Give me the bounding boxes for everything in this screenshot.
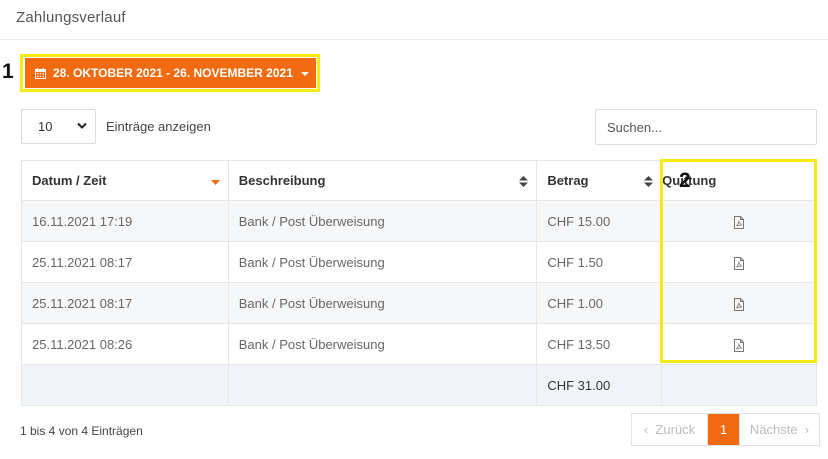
search-input[interactable] xyxy=(595,109,817,145)
title-divider xyxy=(0,39,828,40)
column-header-beschreibung-label: Beschreibung xyxy=(238,173,326,188)
table-info-text: 1 bis 4 von 4 Einträgen xyxy=(20,424,143,438)
calendar-icon xyxy=(35,67,46,79)
cell-betrag: CHF 15.00 xyxy=(536,200,663,242)
entries-length-select[interactable]: 10 xyxy=(21,109,96,144)
cell-datum: 25.11.2021 08:17 xyxy=(21,282,229,324)
date-range-label: 28. OKTOBER 2021 - 26. NOVEMBER 2021 xyxy=(53,66,293,80)
column-header-betrag-label: Betrag xyxy=(547,173,589,188)
date-range-button[interactable]: 28. OKTOBER 2021 - 26. NOVEMBER 2021 xyxy=(25,58,316,88)
column-header-datum-label: Datum / Zeit xyxy=(32,173,107,188)
page-title: Zahlungsverlauf xyxy=(16,9,126,26)
annotation-number-2: 2 xyxy=(679,169,691,192)
total-empty-cell xyxy=(661,364,817,406)
annotation-number-1: 1 xyxy=(2,60,14,83)
sort-icon xyxy=(519,176,529,187)
chevron-down-icon xyxy=(77,122,87,129)
column-header-datum[interactable]: Datum / Zeit xyxy=(21,160,229,201)
sort-icon xyxy=(644,176,654,187)
pagination: ‹ Zurück 1 Nächste › xyxy=(631,413,820,446)
cell-datum: 16.11.2021 17:19 xyxy=(21,200,229,242)
caret-down-icon xyxy=(300,72,309,76)
cell-betrag: CHF 13.50 xyxy=(536,323,663,365)
entries-length-label: Einträge anzeigen xyxy=(106,119,211,134)
cell-beschreibung: Bank / Post Überweisung xyxy=(227,323,538,365)
pagination-next-label: Nächste xyxy=(749,422,798,437)
cell-datum: 25.11.2021 08:17 xyxy=(21,241,229,283)
entries-length-value: 10 xyxy=(38,119,53,134)
total-empty-cell xyxy=(227,364,538,406)
cell-beschreibung: Bank / Post Überweisung xyxy=(227,200,538,242)
column-header-beschreibung[interactable]: Beschreibung xyxy=(227,160,538,201)
pagination-previous-button[interactable]: ‹ Zurück xyxy=(632,414,708,445)
cell-beschreibung: Bank / Post Überweisung xyxy=(227,282,538,324)
column-header-betrag[interactable]: Betrag xyxy=(536,160,663,201)
total-empty-cell xyxy=(21,364,229,406)
sort-descending-icon xyxy=(210,180,220,185)
pagination-next-button[interactable]: Nächste › xyxy=(739,414,819,445)
total-amount: CHF 31.00 xyxy=(536,364,663,406)
cell-beschreibung: Bank / Post Überweisung xyxy=(227,241,538,283)
cell-betrag: CHF 1.00 xyxy=(536,282,663,324)
cell-datum: 25.11.2021 08:26 xyxy=(21,323,229,365)
pagination-previous-label: Zurück xyxy=(655,422,696,437)
cell-betrag: CHF 1.50 xyxy=(536,241,663,283)
table-total-row: CHF 31.00 xyxy=(21,364,817,406)
pagination-page-button[interactable]: 1 xyxy=(708,414,739,445)
